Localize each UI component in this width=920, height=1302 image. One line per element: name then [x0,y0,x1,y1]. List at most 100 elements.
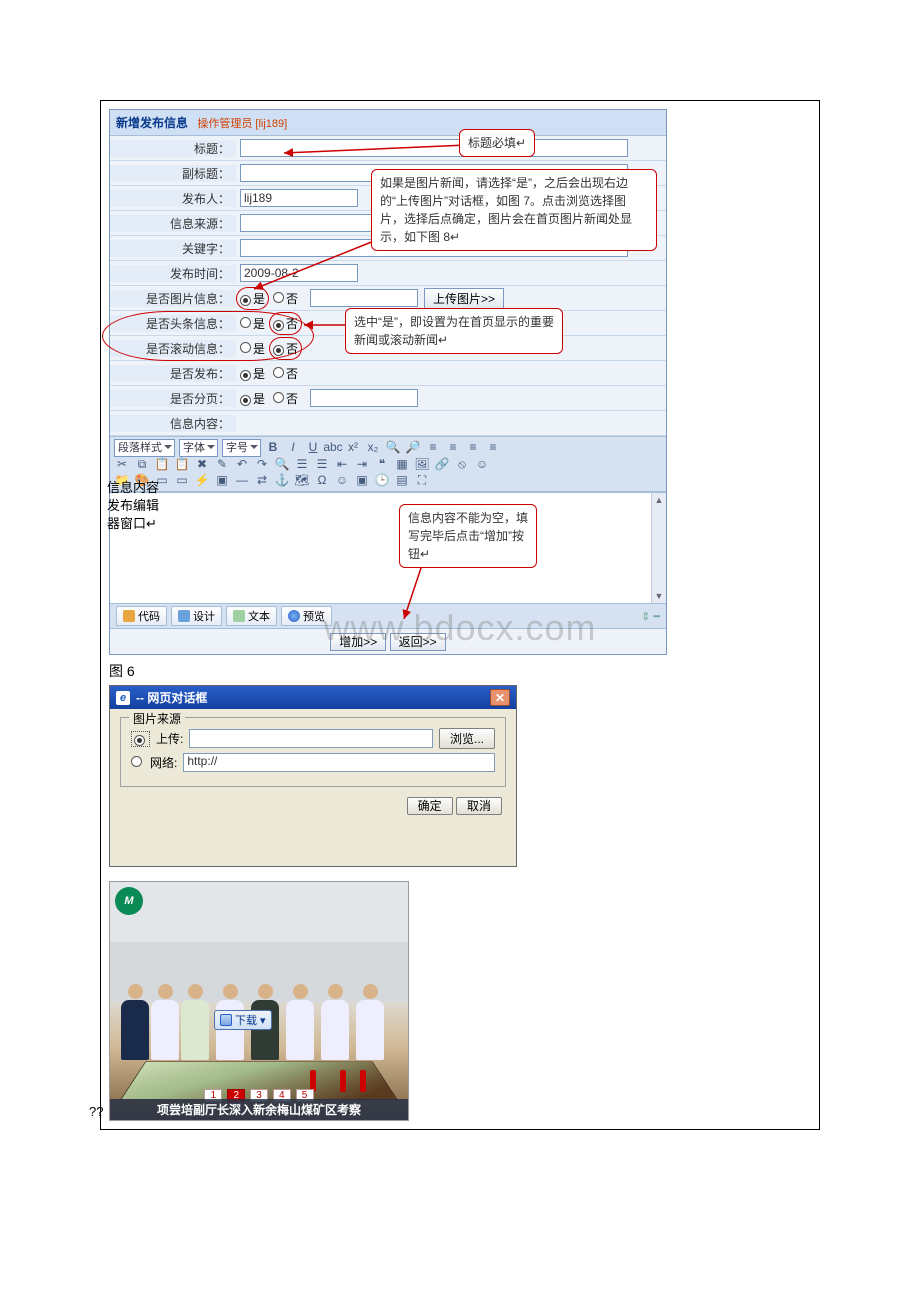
smiley-icon[interactable]: ☺ [334,473,350,489]
tab-design[interactable]: 设计 [171,606,222,626]
toolbar-size-select[interactable]: 字号 [222,439,261,457]
upload-image-button[interactable]: 上传图片>> [424,288,504,309]
side-note-editor: 信息内容 发布编辑 器窗口↵ [107,479,159,534]
radio-publish-yes[interactable] [240,370,251,381]
align-left-icon[interactable]: ≡ [425,440,441,456]
map-icon[interactable]: 🗺 [294,473,310,489]
radio-is-image-yes[interactable] [240,295,251,306]
sub-icon[interactable]: x₂ [365,440,381,456]
callout-content-help: 信息内容不能为空，填写完毕后点击“增加”按钮↵ [399,504,537,568]
editor-content-area[interactable]: ▲ ▼ [110,492,666,603]
operator-id: [lij189] [255,118,287,130]
input-image-path[interactable] [310,289,418,307]
sup-icon[interactable]: x² [345,440,361,456]
editor-scrollbar[interactable]: ▲ ▼ [651,493,666,603]
input-publisher[interactable]: lij189 [240,189,358,207]
label-is-publish: 是否发布： [110,365,236,382]
back-button[interactable]: 返回>> [390,633,446,651]
unlink-icon[interactable]: ⦸ [454,457,470,473]
radio-scroll-no[interactable] [273,345,284,356]
time-icon[interactable]: 🕒 [374,473,390,489]
submit-button[interactable]: 增加>> [330,633,386,651]
radio-headline-no[interactable] [273,320,284,331]
toolbar-font-select[interactable]: 字体 [179,439,218,457]
toolbar-paragraph-select[interactable]: 段落样式 [114,439,175,457]
editor-toolbar: 段落样式 字体 字号 B I U abc x² x₂ 🔍 🔎 ≡ ≡ ≡ [110,436,666,492]
align-justify-icon[interactable]: ≡ [485,440,501,456]
media-icon[interactable]: ▣ [214,473,230,489]
web-dialog: e -- 网页对话框 ✕ 图片来源 上传: 浏览... 网络: [109,685,517,867]
dialog-title: -- 网页对话框 [136,689,207,706]
dialog-ok-button[interactable]: 确定 [407,797,453,815]
label-subtitle: 副标题： [110,165,236,182]
calc-icon[interactable]: ▤ [394,473,410,489]
label-is-image: 是否图片信息： [110,290,236,307]
marquee-icon[interactable]: ⇄ [254,473,270,489]
strike-icon[interactable]: abc [325,440,341,456]
input-network-url[interactable]: http:// [183,753,495,772]
editor-resize-icon[interactable]: ⇕ ━ [641,610,660,623]
radio-paged-no[interactable] [273,392,284,403]
label-source: 信息来源： [110,215,236,232]
label-is-headline: 是否头条信息： [110,315,236,332]
input-title[interactable] [240,139,628,157]
tab-text[interactable]: 文本 [226,606,277,626]
bold-icon[interactable]: B [265,440,281,456]
align-right-icon[interactable]: ≡ [465,440,481,456]
label-publisher: 发布人： [110,190,236,207]
align-center-icon[interactable]: ≡ [445,440,461,456]
scroll-down-icon[interactable]: ▼ [655,591,664,601]
flash-icon[interactable]: ⚡ [194,473,210,489]
radio-network[interactable] [131,756,142,767]
tab-preview[interactable]: 预览 [281,606,332,626]
browse-button[interactable]: 浏览... [439,728,495,749]
radio-scroll-yes[interactable] [240,342,251,353]
label-is-paged: 是否分页： [110,390,236,407]
scroll-up-icon[interactable]: ▲ [655,495,664,505]
dialog-cancel-button[interactable]: 取消 [456,797,502,815]
photo-caption: 项尝培副厅长深入新余梅山煤矿区考察 [110,1099,408,1120]
input-page-size[interactable] [310,389,418,407]
operator-prefix: 操作管理员 [197,118,252,130]
input-pubtime[interactable]: 2009-08-2 [240,264,358,282]
question-marks: ?? [89,1104,103,1119]
input-upload-path[interactable] [189,729,433,748]
radio-is-image-no[interactable] [273,292,284,303]
date-icon[interactable]: ▣ [354,473,370,489]
zoom-out-icon[interactable]: 🔎 [405,440,421,456]
anchor-icon[interactable]: ⚓ [274,473,290,489]
label-content: 信息内容： [110,415,236,432]
radio-publish-no[interactable] [273,367,284,378]
label-keyword: 关键字： [110,240,236,257]
label-is-scroll: 是否滚动信息： [110,340,236,357]
label-pubtime: 发布时间： [110,265,236,282]
radio-headline-yes[interactable] [240,317,251,328]
editor-tabs: 代码 设计 文本 预览 ⇕ ━ [110,603,666,628]
form-title-bar: 新增发布信息 操作管理员 [lij189] [110,110,666,136]
zoom-in-icon[interactable]: 🔍 [385,440,401,456]
symbol-icon[interactable]: Ω [314,473,330,489]
callout-image-help: 如果是图片新闻，请选择“是”，之后会出现右边的“上传图片”对话框，如图 7。点击… [371,169,657,251]
fullscreen-icon[interactable]: ⛶ [414,473,430,489]
emoji-icon[interactable]: ☺ [474,457,490,473]
radio-upload[interactable] [134,735,145,746]
form-title: 新增发布信息 [116,116,188,130]
news-photo-widget: M 下载▾ 1 2 3 4 5 项尝培副厅长深入新余梅山煤矿区考察 [109,881,409,1121]
dialog-legend: 图片来源 [129,710,185,727]
underline-icon[interactable]: U [305,440,321,456]
logo-badge-icon: M [115,887,143,915]
hr-icon[interactable]: — [234,473,250,489]
dialog-close-button[interactable]: ✕ [490,689,510,706]
italic-icon[interactable]: I [285,440,301,456]
radio-paged-yes[interactable] [240,395,251,406]
download-button[interactable]: 下载▾ [214,1010,272,1030]
label-network: 网络: [150,754,177,771]
page2-icon[interactable]: ▭ [174,473,190,489]
label-upload: 上传: [156,730,183,747]
callout-headline-help: 选中“是”，即设置为在首页显示的重要新闻或滚动新闻↵ [345,308,563,354]
label-title: 标题： [110,140,236,157]
callout-title-required: 标题必填↵ [459,129,535,157]
tab-code[interactable]: 代码 [116,606,167,626]
figure-caption-6: 图 6 [109,661,811,681]
link-icon[interactable]: 🔗 [434,457,450,473]
